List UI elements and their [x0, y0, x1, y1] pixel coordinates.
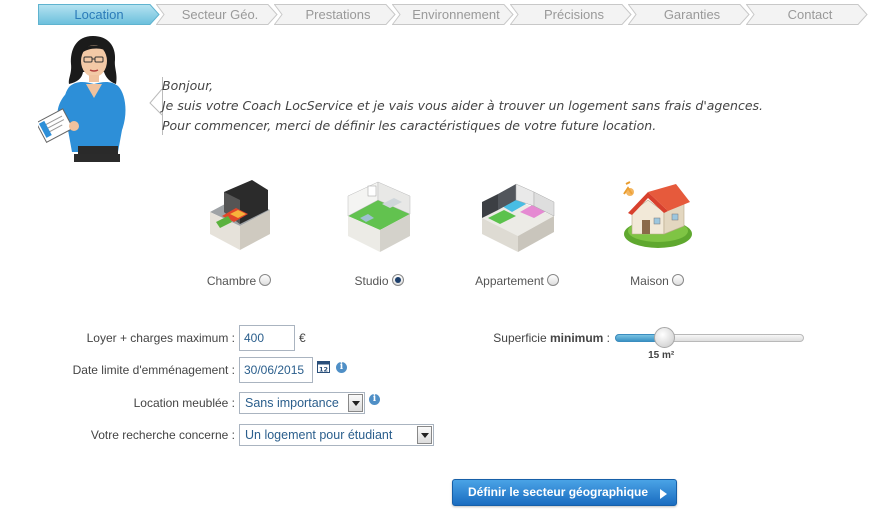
coach-message: Bonjour, Je suis votre Coach LocService …: [162, 76, 862, 136]
tab-step-3[interactable]: Prestations: [274, 4, 396, 25]
coach-avatar: [38, 36, 126, 162]
housing-label: Studio: [354, 274, 389, 288]
tab-step-4[interactable]: Environnement: [392, 4, 514, 25]
tab-step-label: Secteur Géo.: [181, 7, 259, 22]
room-3d-icon: [210, 180, 270, 250]
define-area-button-label: Définir le secteur géographique: [468, 485, 649, 499]
surface-label-bold: minimum: [549, 331, 604, 345]
housing-option-maison[interactable]: Maison: [602, 178, 712, 298]
housing-option-chambre[interactable]: Chambre: [184, 178, 294, 298]
speech-pointer: [149, 89, 163, 116]
surface-value: 15 m²: [648, 350, 675, 361]
furnished-label: Location meublée :: [133, 396, 235, 410]
search-for-label: Votre recherche concerne :: [90, 428, 235, 442]
move-in-date-label: Date limite d'emménagement :: [72, 363, 235, 377]
info-icon[interactable]: i: [336, 362, 347, 373]
tab-step-1[interactable]: Location: [38, 4, 160, 25]
housing-radio[interactable]: [546, 274, 559, 286]
housing-label: Chambre: [206, 274, 257, 288]
search-for-select-value: Un logement pour étudiant: [245, 428, 393, 442]
move-in-date-input[interactable]: 30/06/2015: [239, 357, 313, 383]
studio-3d-icon: [347, 181, 411, 252]
housing-radio[interactable]: [391, 274, 404, 286]
surface-label-suffix: :: [603, 331, 610, 345]
surface-label: Superficie minimum :: [493, 331, 610, 345]
tab-step-6[interactable]: Garanties: [628, 4, 750, 25]
svg-text:12: 12: [319, 366, 328, 374]
tab-step-label: Précisions: [544, 7, 604, 22]
surface-label-prefix: Superficie: [493, 331, 550, 345]
tab-step-label: Location: [74, 7, 124, 22]
apartment-3d-icon: [482, 183, 555, 252]
tab-step-5[interactable]: Précisions: [510, 4, 632, 25]
calendar-icon[interactable]: 12: [317, 360, 330, 373]
rent-label: Loyer + charges maximum :: [86, 331, 235, 345]
tab-step-label: Contact: [787, 7, 833, 22]
tab-step-2[interactable]: Secteur Géo.: [156, 4, 278, 25]
tab-step-7[interactable]: Contact: [746, 4, 868, 25]
arrow-right-icon: [660, 489, 667, 499]
info-icon[interactable]: i: [369, 394, 380, 405]
surface-slider-handle[interactable]: [653, 327, 675, 348]
chevron-down-icon[interactable]: [417, 426, 432, 444]
furnished-select[interactable]: Sans importance: [239, 392, 365, 414]
housing-radio[interactable]: [259, 274, 272, 286]
define-area-button[interactable]: Définir le secteur géographique: [452, 479, 677, 506]
furnished-select-value: Sans importance: [245, 396, 339, 410]
housing-label: Appartement: [475, 274, 544, 288]
housing-option-studio[interactable]: Studio: [324, 178, 434, 298]
wizard-steps: Location Secteur Géo. Prestations Environne…: [38, 4, 868, 25]
housing-radio[interactable]: [671, 274, 684, 286]
coach-line: Pour commencer, merci de définir les car…: [162, 118, 657, 133]
coach-line: Je suis votre Coach LocService et je vai…: [162, 98, 764, 113]
housing-option-appartement[interactable]: Appartement: [462, 178, 572, 298]
house-icon: [623, 181, 692, 248]
tab-step-label: Prestations: [305, 7, 371, 22]
tab-step-label: Environnement: [412, 7, 500, 22]
chevron-down-icon[interactable]: [348, 394, 363, 412]
search-for-select[interactable]: Un logement pour étudiant: [239, 424, 434, 446]
coach-line: Bonjour,: [162, 78, 214, 93]
currency-unit: €: [299, 331, 306, 345]
rent-input[interactable]: 400: [239, 325, 295, 351]
housing-label: Maison: [630, 274, 669, 288]
tab-step-label: Garanties: [663, 7, 721, 22]
